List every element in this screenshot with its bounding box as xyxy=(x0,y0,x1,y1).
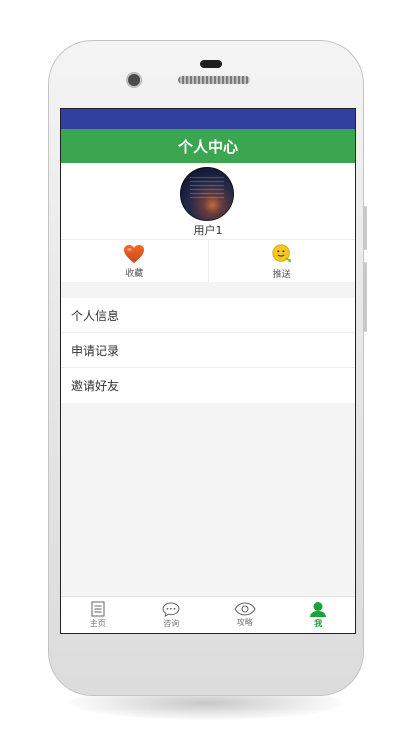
chat-icon xyxy=(162,601,180,617)
tab-consult-label: 咨询 xyxy=(163,618,180,628)
speaker-slot xyxy=(200,60,222,68)
tab-home-label: 主页 xyxy=(89,619,106,628)
tab-me-label: 我 xyxy=(314,619,323,628)
avatar[interactable] xyxy=(180,167,234,221)
person-icon xyxy=(310,602,327,617)
power-button xyxy=(364,262,367,332)
tab-guide[interactable]: 攻略 xyxy=(208,597,282,633)
document-icon xyxy=(91,601,105,617)
heart-icon xyxy=(124,244,145,263)
smiley-icon xyxy=(272,243,291,263)
profile-section: 用户1 xyxy=(61,163,355,239)
volume-button xyxy=(364,206,367,250)
tab-me[interactable]: 我 xyxy=(282,597,356,633)
app-screen: 个人中心 用户1 收藏 推送 个人信息 申请记录 邀请好友 主页 咨询 攻略 我 xyxy=(60,108,356,634)
favorites-button[interactable]: 收藏 xyxy=(61,240,208,282)
push-button[interactable]: 推送 xyxy=(207,240,356,282)
tab-guide-label: 攻略 xyxy=(236,618,253,627)
username: 用户1 xyxy=(193,224,223,237)
eye-icon xyxy=(234,602,256,616)
menu-item-personal-info[interactable]: 个人信息 xyxy=(61,298,355,333)
menu-item-application-records[interactable]: 申请记录 xyxy=(61,333,355,368)
bottom-tab-bar: 主页 咨询 攻略 我 xyxy=(61,596,355,633)
page-title: 个人中心 xyxy=(61,129,355,163)
menu-item-invite-friends[interactable]: 邀请好友 xyxy=(61,368,355,403)
push-label: 推送 xyxy=(272,269,291,280)
action-row: 收藏 推送 xyxy=(61,239,355,282)
menu-list: 个人信息 申请记录 邀请好友 xyxy=(61,298,355,403)
camera-icon xyxy=(128,74,140,86)
tab-home[interactable]: 主页 xyxy=(61,597,135,633)
favorites-label: 收藏 xyxy=(125,268,144,279)
earpiece-grille xyxy=(178,76,250,84)
section-divider xyxy=(61,282,355,298)
tab-consult[interactable]: 咨询 xyxy=(135,597,209,633)
status-bar xyxy=(61,109,355,129)
